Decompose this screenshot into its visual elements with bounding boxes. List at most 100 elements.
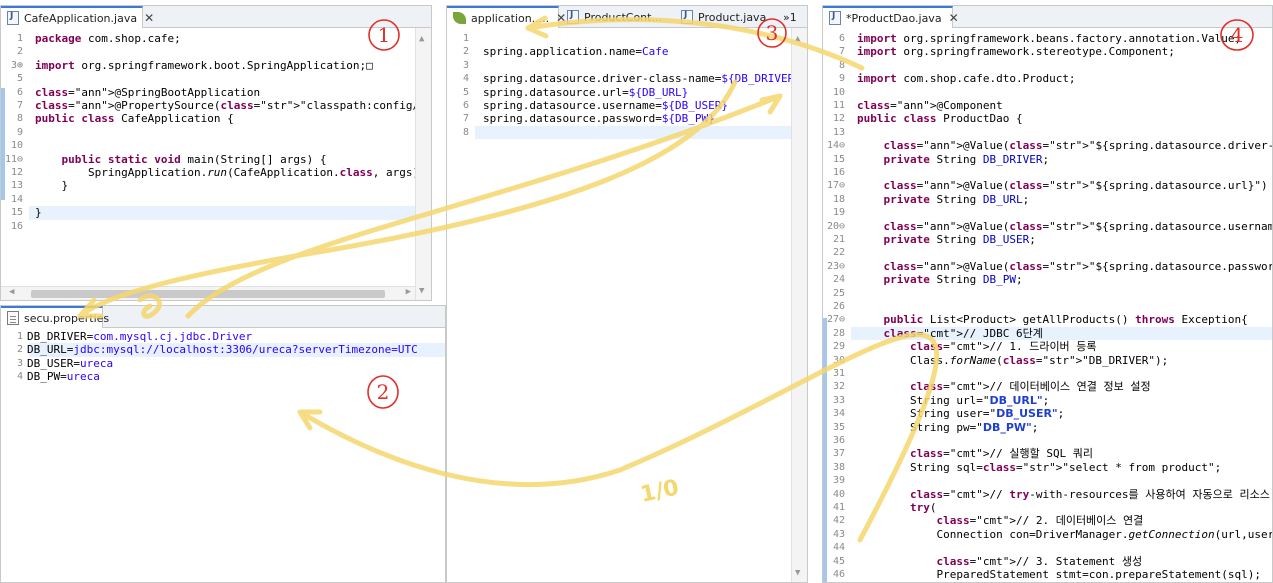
more-tabs-label: »1 xyxy=(783,10,797,24)
line-number: 4 xyxy=(16,371,23,383)
code-text: class="ann">@PropertySource(class="str">… xyxy=(35,99,431,112)
code-line: 46 PreparedStatement stmt=con.prepareSta… xyxy=(823,568,1272,581)
code-text: spring.datasource.username=${DB_USER} xyxy=(483,99,729,112)
code-text: class="ann">@Component xyxy=(857,99,1003,112)
code-editor[interactable]: 1 package com.shop.cafe; 2 3⊕ import org.spr… xyxy=(1,28,431,300)
tab-label: ProductCont... xyxy=(584,10,662,24)
tab-bar: application..... ✕ ProductCont... Produc… xyxy=(447,6,807,28)
code-line: 1 xyxy=(447,32,807,45)
code-line: 19 xyxy=(823,206,1272,219)
more-tabs-button[interactable]: »1 xyxy=(781,6,805,28)
code-editor[interactable]: 1 DB_DRIVER=com.mysql.cj.jdbc.Driver 2 DB_U… xyxy=(1,328,445,582)
code-line: 40 class="cmt">// try-with-resources를 사용… xyxy=(823,488,1272,501)
code-text: class="cmt">// JDBC 6단계 xyxy=(883,326,1043,340)
tab-label: Product.java xyxy=(698,10,767,24)
code-text: PreparedStatement stmt=con.prepareStatem… xyxy=(857,568,1261,581)
line-number: 6 xyxy=(838,33,845,44)
code-line: 16 xyxy=(823,166,1272,179)
editor-pane-product-dao: *ProductDao.java ✕ 6 import org.springfra… xyxy=(822,5,1273,583)
tab-product-controller[interactable]: ProductCont... xyxy=(561,6,671,28)
code-line: 12 public class ProductDao { xyxy=(823,112,1272,125)
code-text: DB_USER=ureca xyxy=(27,356,114,370)
code-text: } xyxy=(35,206,42,220)
line-number: 7 xyxy=(838,46,845,58)
line-number: 9 xyxy=(838,73,845,85)
code-line: 1 package com.shop.cafe; xyxy=(1,32,431,45)
line-number: 15 xyxy=(10,207,23,219)
code-line: 18 private String DB_URL; xyxy=(823,193,1272,206)
line-number: 19 xyxy=(832,207,845,219)
tab-application-properties[interactable]: application..... ✕ xyxy=(447,6,566,28)
line-number: 25 xyxy=(832,287,845,299)
editor-pane-secu-properties: secu.properties 1 DB_DRIVER=com.mysql.cj.… xyxy=(0,305,446,583)
code-text: DB_URL=jdbc:mysql://localhost:3306/ureca… xyxy=(27,343,418,357)
code-line: 6 class="ann">@SpringBootApplication xyxy=(1,86,431,99)
close-icon[interactable]: ✕ xyxy=(144,11,154,25)
tab-label: secu.properties xyxy=(24,311,110,325)
code-line: 3 DB_USER=ureca xyxy=(1,357,445,370)
change-marker xyxy=(823,318,827,582)
code-line: 4 DB_PW=ureca xyxy=(1,370,445,383)
java-file-icon xyxy=(7,11,19,25)
line-number: 2 xyxy=(16,344,23,356)
vertical-scrollbar[interactable]: ▲ ▼ xyxy=(415,28,431,300)
tab-cafe-application[interactable]: CafeApplication.java ✕ xyxy=(1,6,154,28)
line-number: 15 xyxy=(832,153,845,165)
code-text: import org.springframework.stereotype.Co… xyxy=(857,45,1175,59)
code-line: 37 class="cmt">// 실행할 SQL 쿼리 xyxy=(823,447,1272,460)
code-line: 28 class="cmt">// JDBC 6단계 xyxy=(823,327,1272,340)
line-number: 5 xyxy=(462,86,469,98)
code-line: 14 xyxy=(1,193,431,206)
code-text: String url="DB_URL"; xyxy=(857,393,1050,407)
tab-product-dao[interactable]: *ProductDao.java ✕ xyxy=(823,6,959,28)
code-text: package com.shop.cafe; xyxy=(35,32,181,45)
code-editor[interactable]: 1 2 spring.application.name=Cafe 3 4 spring.d… xyxy=(447,28,807,582)
code-editor[interactable]: 6 import org.springframework.beans.factor… xyxy=(823,28,1272,582)
tab-product-java[interactable]: Product.java xyxy=(675,6,775,28)
line-number: 6 xyxy=(462,100,469,111)
code-text: private String DB_DRIVER; xyxy=(883,152,1050,166)
code-line: 45 class="cmt">// 3. Statement 생성 xyxy=(823,555,1272,568)
line-number: 7 xyxy=(462,113,469,125)
code-text: private String DB_USER; xyxy=(883,233,1036,246)
code-line: 5 spring.datasource.url=${DB_URL} xyxy=(447,86,807,99)
code-line: 16 xyxy=(1,220,431,233)
tab-secu-properties[interactable]: secu.properties xyxy=(1,306,109,328)
line-number: 10 xyxy=(832,86,845,98)
code-line: 20⊖ class="ann">@Value(class="str">"${sp… xyxy=(823,220,1272,233)
line-number: 16 xyxy=(832,167,845,178)
code-text: spring.datasource.url=${DB_URL} xyxy=(483,85,689,99)
code-line: 8 xyxy=(447,126,807,139)
code-line: 26 xyxy=(823,300,1272,313)
code-line: 10 xyxy=(823,86,1272,99)
line-number: 5 xyxy=(16,73,23,85)
vertical-scrollbar[interactable]: ▲ ▼ xyxy=(791,28,807,582)
code-text: DB_DRIVER=com.mysql.cj.jdbc.Driver xyxy=(27,330,253,343)
code-line: 42 class="cmt">// 2. 데이터베이스 연결 xyxy=(823,514,1272,527)
code-line: 24 private String DB_PW; xyxy=(823,273,1272,286)
code-text: DB_PW=ureca xyxy=(27,370,100,384)
code-line: 3 xyxy=(447,59,807,72)
code-line: 34 String user="DB_USER"; xyxy=(823,407,1272,420)
code-text: Connection con=DriverManager.getConnecti… xyxy=(857,527,1273,541)
code-line: 17⊖ class="ann">@Value(class="str">"${sp… xyxy=(823,179,1272,192)
code-text: try( xyxy=(909,501,937,514)
code-text: Class.forName(class="str">"DB_DRIVER"); xyxy=(857,353,1169,367)
code-text: spring.datasource.driver-class-name=${DB… xyxy=(483,72,801,86)
line-number: 1 xyxy=(16,331,23,342)
code-text: class="cmt">// 데이터베이스 연결 정보 설정 xyxy=(909,380,1151,394)
code-line: 11⊖ public static void main(String[] arg… xyxy=(1,153,431,166)
horizontal-scrollbar[interactable]: ◀ ▶ xyxy=(1,286,415,300)
code-text: public List<Product> getAllProducts() th… xyxy=(883,313,1248,327)
code-line: 15 private String DB_DRIVER; xyxy=(823,153,1272,166)
tab-label: application..... xyxy=(471,11,550,25)
code-text: class="ann">@Value(class="str">"${spring… xyxy=(883,219,1273,233)
code-line: 35 String pw="DB_PW"; xyxy=(823,421,1272,434)
code-line: 13 xyxy=(823,126,1272,139)
code-text: class="cmt">// 3. Statement 생성 xyxy=(936,554,1143,568)
code-text: } xyxy=(35,179,69,193)
close-icon[interactable]: ✕ xyxy=(949,11,959,25)
code-text: import org.springframework.boot.SpringAp… xyxy=(35,58,373,72)
code-line: 25 xyxy=(823,287,1272,300)
code-text: class="cmt">// try-with-resources를 사용하여 … xyxy=(909,487,1273,501)
